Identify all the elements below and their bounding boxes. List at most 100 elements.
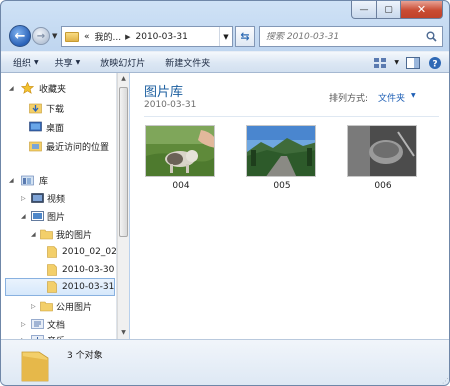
expand-icon[interactable]: ◢ [31, 231, 36, 238]
chevron-down-icon: ▼ [34, 58, 39, 66]
view-controls: ▼ ? [372, 55, 443, 70]
expand-icon[interactable]: ◢ [9, 85, 14, 92]
address-overflow[interactable]: « [84, 32, 90, 42]
scrollbar-thumb[interactable] [119, 87, 128, 237]
share-menu-button[interactable]: 共享 ▼ [55, 56, 81, 69]
folder-icon [40, 228, 53, 240]
tree-item-downloads[interactable]: 下载 [1, 99, 116, 117]
address-segment-current[interactable]: 2010-03-31 [136, 32, 188, 42]
file-item-006[interactable]: 006 [347, 125, 419, 191]
photo-thumbnail[interactable] [347, 125, 417, 177]
svg-text:?: ? [432, 59, 437, 69]
command-toolbar: 组织 ▼ 共享 ▼ 放映幻灯片 新建文件夹 ▼ ? [1, 51, 449, 73]
documents-icon [31, 318, 44, 329]
tree-item-pictures[interactable]: ◢ 图片 [1, 207, 116, 225]
address-dropdown[interactable]: ▼ [219, 27, 232, 46]
tree-item-recent-places[interactable]: 最近访问的位置 [1, 137, 116, 155]
file-name-label: 004 [172, 181, 190, 191]
collapse-icon[interactable]: ▷ [21, 321, 26, 328]
expand-icon[interactable]: ◢ [21, 213, 26, 220]
pictures-icon [31, 210, 44, 221]
file-name-label: 005 [273, 181, 291, 191]
tree-item-folder-2010-03-30[interactable]: 2010-03-30 [1, 261, 116, 279]
tree-item-favorites[interactable]: ◢ 收藏夹 [1, 79, 116, 97]
tree-item-folder-2010-02-02[interactable]: 2010_02_02 [1, 243, 117, 261]
address-segment-parent[interactable]: 我的... [95, 30, 122, 43]
forward-button[interactable]: → [32, 27, 50, 45]
recent-places-icon [29, 140, 42, 152]
address-bar[interactable]: « 我的... ▶ 2010-03-31 ▼ [61, 26, 233, 47]
file-item-005[interactable]: 005 [246, 125, 318, 191]
help-icon[interactable]: ? [427, 55, 443, 70]
collapse-icon[interactable]: ▷ [31, 303, 36, 310]
tree-label: 文档 [47, 320, 66, 331]
folder-icon [47, 264, 60, 276]
chevron-down-icon[interactable]: ▼ [394, 59, 399, 66]
collapse-icon[interactable]: ▷ [21, 195, 26, 202]
content-pane: 图片库 2010-03-31 排列方式: 文件夹 ▼ 004 005 006 [130, 73, 449, 339]
organize-menu-button[interactable]: 组织 ▼ [13, 56, 39, 69]
search-input[interactable] [266, 31, 423, 42]
new-folder-label: 新建文件夹 [165, 58, 211, 69]
tree-item-music[interactable]: ▷ 音乐 [1, 331, 116, 339]
search-icon[interactable] [423, 29, 439, 45]
arrow-right-icon: → [36, 30, 46, 42]
refresh-button[interactable]: ⇆ [235, 26, 255, 47]
new-folder-button[interactable]: 新建文件夹 [165, 56, 210, 69]
tree-label: 2010_02_02 [62, 247, 117, 257]
tree-label: 视频 [47, 194, 66, 205]
videos-icon [31, 192, 44, 203]
minimize-icon: — [359, 4, 369, 15]
resize-grip-icon[interactable]: ⋰ [442, 377, 449, 385]
close-button[interactable]: ✕ [401, 1, 443, 19]
arrow-left-icon: ← [14, 28, 26, 44]
tree-item-my-pictures[interactable]: ◢ 我的图片 [1, 225, 116, 243]
photo-thumbnail[interactable] [246, 125, 316, 177]
folder-icon [40, 300, 53, 312]
library-subtitle: 2010-03-31 [144, 100, 197, 110]
refresh-icon: ⇆ [240, 30, 250, 43]
maximize-button[interactable]: ▢ [377, 1, 401, 19]
desktop-icon [29, 121, 42, 132]
navigation-pane: ◢ 收藏夹 下载 桌面 最近访问的位置 ◢ 库 ▷ 视频 ◢ 图片 ◢ 我的图片… [1, 73, 117, 339]
tree-item-libraries[interactable]: ◢ 库 [1, 171, 116, 189]
tree-label: 最近访问的位置 [46, 142, 110, 153]
folder-icon [21, 346, 49, 382]
tree-item-videos[interactable]: ▷ 视频 [1, 189, 116, 207]
recent-pages-dropdown[interactable]: ▼ [52, 32, 57, 40]
back-button[interactable]: ← [9, 25, 31, 47]
file-name-label: 006 [374, 181, 392, 191]
scroll-down-icon[interactable]: ▼ [118, 327, 129, 339]
downloads-folder-icon [29, 102, 42, 114]
tree-label: 2010-03-31 [62, 282, 115, 292]
item-count-text: 3 个对象 [67, 351, 103, 361]
scroll-up-icon[interactable]: ▲ [118, 73, 129, 85]
tree-label: 图片 [47, 212, 66, 223]
navigation-pane-scrollbar[interactable]: ▲ ▼ [117, 73, 129, 339]
navigation-bar: ← → ▼ « 我的... ▶ 2010-03-31 ▼ ⇆ [1, 21, 449, 51]
chevron-down-icon[interactable]: ▼ [411, 92, 416, 99]
tree-item-desktop[interactable]: 桌面 [1, 118, 116, 136]
minimize-button[interactable]: — [351, 1, 377, 19]
tree-label: 库 [39, 176, 49, 187]
preview-pane-icon[interactable] [405, 55, 421, 70]
search-box [259, 26, 443, 47]
maximize-icon: ▢ [384, 4, 393, 15]
expand-icon[interactable]: ◢ [9, 177, 14, 184]
slideshow-button[interactable]: 放映幻灯片 [100, 56, 145, 69]
share-label: 共享 [54, 58, 73, 69]
arrange-by-dropdown[interactable]: 文件夹 [378, 91, 405, 104]
file-item-004[interactable]: 004 [145, 125, 217, 191]
explorer-window: — ▢ ✕ ← → ▼ « 我的... ▶ 2010-03-31 ▼ ⇆ 组织▼… [0, 0, 450, 386]
chevron-right-icon[interactable]: ▶ [125, 33, 130, 41]
library-title: 图片库 [144, 85, 184, 100]
header-divider [144, 116, 439, 117]
view-options-icon[interactable] [372, 55, 388, 70]
tree-label: 我的图片 [56, 230, 93, 241]
tree-label: 收藏夹 [39, 84, 67, 95]
tree-item-public-pictures[interactable]: ▷ 公用图片 [1, 297, 116, 315]
tree-item-folder-2010-03-31[interactable]: 2010-03-31 [5, 278, 115, 296]
tree-label: 2010-03-30 [62, 265, 115, 275]
photo-thumbnail[interactable] [145, 125, 215, 177]
folder-icon [47, 281, 60, 293]
